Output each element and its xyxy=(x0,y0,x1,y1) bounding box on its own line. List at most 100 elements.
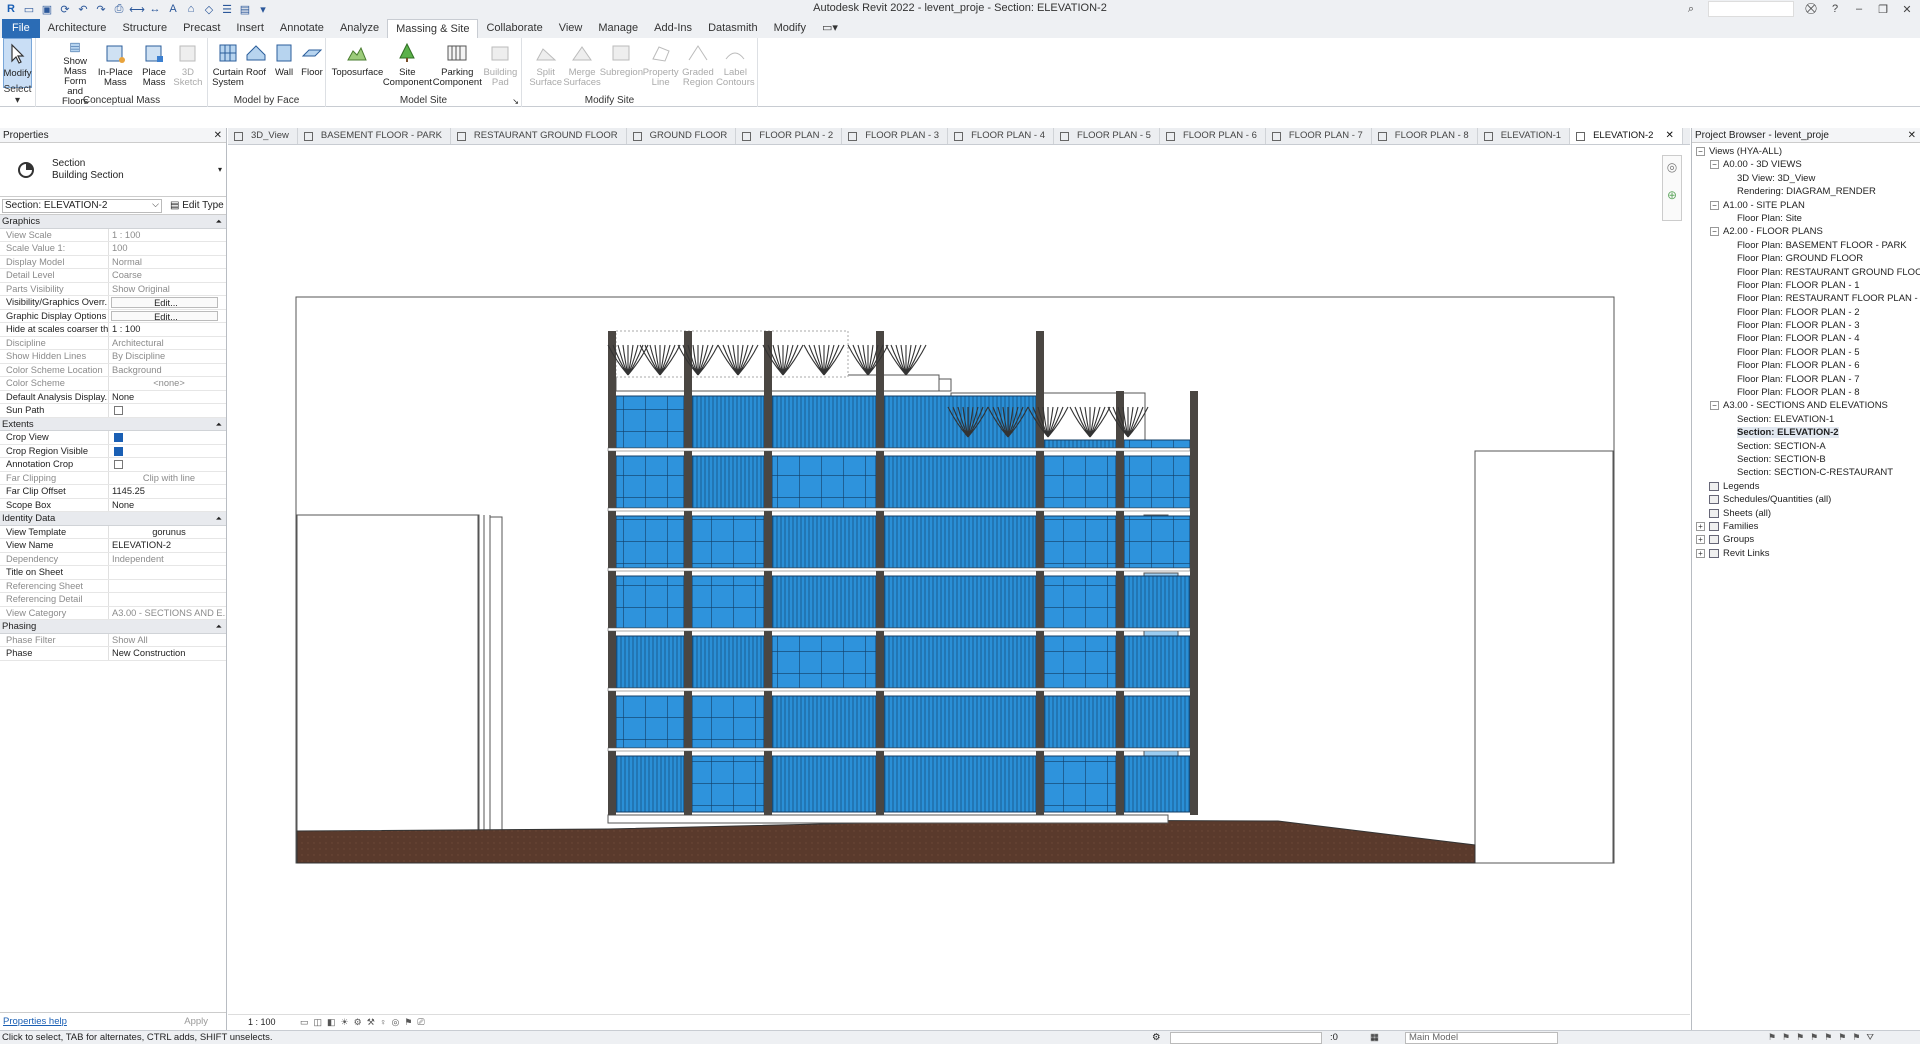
property-value[interactable]: New Construction xyxy=(109,647,226,660)
ribbon-tab-precast[interactable]: Precast xyxy=(175,19,228,38)
view-tab[interactable]: ELEVATION-1 xyxy=(1478,128,1571,144)
property-value[interactable] xyxy=(109,566,226,579)
collapse-icon[interactable]: − xyxy=(1710,401,1719,411)
collapse-icon[interactable]: − xyxy=(1710,200,1719,210)
edit-button[interactable]: Edit... xyxy=(111,297,218,308)
ribbon-tab-structure[interactable]: Structure xyxy=(114,19,175,38)
browser-node[interactable]: Floor Plan: FLOOR PLAN - 7 xyxy=(1692,373,1920,386)
view-tab[interactable]: FLOOR PLAN - 8 xyxy=(1372,128,1478,144)
browser-node[interactable]: Section: SECTION-C-RESTAURANT xyxy=(1692,466,1920,479)
checkbox[interactable] xyxy=(114,446,123,456)
browser-node[interactable]: Section: SECTION-A xyxy=(1692,440,1920,453)
view-tab[interactable]: FLOOR PLAN - 4 xyxy=(948,128,1055,144)
ribbon-tab-add-ins[interactable]: Add-Ins xyxy=(646,19,700,38)
browser-node[interactable]: Floor Plan: RESTAURANT FLOOR PLAN - 1 xyxy=(1692,292,1920,305)
checkbox[interactable] xyxy=(114,406,123,415)
ribbon-tab-massing-site[interactable]: Massing & Site xyxy=(387,19,479,38)
print-icon[interactable]: ⎙ xyxy=(112,2,126,16)
browser-node[interactable]: Floor Plan: FLOOR PLAN - 3 xyxy=(1692,319,1920,332)
property-value[interactable] xyxy=(109,404,226,417)
browser-node[interactable]: Floor Plan: FLOOR PLAN - 1 xyxy=(1692,279,1920,292)
property-value[interactable] xyxy=(109,431,226,444)
browser-node[interactable]: − A0.00 - 3D VIEWS xyxy=(1692,158,1920,171)
property-value[interactable]: None xyxy=(109,391,226,404)
property-value[interactable] xyxy=(109,458,226,471)
section-icon[interactable]: ◇ xyxy=(202,2,216,16)
browser-node[interactable]: Floor Plan: FLOOR PLAN - 8 xyxy=(1692,386,1920,399)
ribbon-tab-modify[interactable]: Modify xyxy=(766,19,814,38)
view-tab[interactable]: GROUND FLOOR xyxy=(627,128,737,144)
browser-node[interactable]: Floor Plan: FLOOR PLAN - 4 xyxy=(1692,332,1920,345)
type-selector[interactable]: Section Building Section ▾ xyxy=(0,143,226,197)
undo-icon[interactable]: ↶ xyxy=(76,2,90,16)
property-group-extents[interactable]: Extents ⏶ xyxy=(0,417,226,431)
redo-icon[interactable]: ↷ xyxy=(94,2,108,16)
browser-node[interactable]: Floor Plan: Site xyxy=(1692,212,1920,225)
open-icon[interactable]: ▭ xyxy=(22,2,36,16)
property-value[interactable]: 1145.25 xyxy=(109,485,226,498)
switch-windows-icon[interactable]: ▤ xyxy=(238,2,252,16)
property-group-graphics[interactable]: Graphics ⏶ xyxy=(0,215,226,229)
browser-node[interactable]: Section: ELEVATION-1 xyxy=(1692,413,1920,426)
thin-lines-icon[interactable]: ☰ xyxy=(220,2,234,16)
zoom-icon[interactable]: ⊕ xyxy=(1663,188,1681,202)
close-icon[interactable]: ✕ xyxy=(1900,3,1914,16)
text-icon[interactable]: A xyxy=(166,2,180,16)
expand-icon[interactable]: + xyxy=(1696,521,1705,531)
browser-node[interactable]: Schedules/Quantities (all) xyxy=(1692,493,1920,506)
ribbon-tab-datasmith[interactable]: Datasmith xyxy=(700,19,766,38)
cart-icon[interactable]: ⛒ xyxy=(1804,3,1818,16)
model-site-dialog-launcher-icon[interactable]: ↘ xyxy=(512,97,519,106)
ribbon-tab-view[interactable]: View xyxy=(551,19,591,38)
close-icon[interactable]: ✕ xyxy=(214,128,222,143)
browser-node[interactable]: Sheets (all) xyxy=(1692,507,1920,520)
browser-node[interactable]: + Groups xyxy=(1692,533,1920,546)
infocenter-icon[interactable]: ⌕ xyxy=(1684,3,1698,16)
infocenter-search[interactable] xyxy=(1708,1,1794,17)
selection-filter-icons[interactable]: ⚑⚑⚑⚑⚑⚑⚑⛛ xyxy=(1768,1031,1880,1044)
browser-node[interactable]: Floor Plan: RESTAURANT GROUND FLOOR xyxy=(1692,266,1920,279)
minimize-icon[interactable]: – xyxy=(1852,3,1866,15)
collapse-icon[interactable]: ⏶ xyxy=(216,620,222,633)
browser-node[interactable]: Section: ELEVATION-2 xyxy=(1692,426,1920,439)
view-tab[interactable]: FLOOR PLAN - 6 xyxy=(1160,128,1266,144)
expand-icon[interactable]: + xyxy=(1696,535,1705,545)
browser-node[interactable]: Section: SECTION-B xyxy=(1692,453,1920,466)
ribbon-tab-file[interactable]: File xyxy=(2,19,40,38)
edit-button[interactable]: Edit... xyxy=(111,310,218,321)
close-icon[interactable]: ✕ xyxy=(1908,128,1916,143)
view-control-icons[interactable]: ▭◫◧☀⚙⚒♀◎⚑⎚ xyxy=(300,1017,430,1027)
property-group-phasing[interactable]: Phasing ⏶ xyxy=(0,620,226,634)
collapse-icon[interactable]: − xyxy=(1710,227,1719,237)
design-options-icon[interactable]: ▦ xyxy=(1370,1031,1379,1044)
navigation-bar[interactable]: ◎ ⊕ xyxy=(1662,155,1682,221)
view-tab[interactable]: FLOOR PLAN - 7 xyxy=(1266,128,1372,144)
view-tab[interactable]: RESTAURANT GROUND FLOOR xyxy=(451,128,627,144)
browser-node[interactable]: − Views (HYA-ALL) xyxy=(1692,145,1920,158)
browser-node[interactable]: Floor Plan: FLOOR PLAN - 6 xyxy=(1692,359,1920,372)
browser-node[interactable]: Floor Plan: FLOOR PLAN - 2 xyxy=(1692,306,1920,319)
checkbox[interactable] xyxy=(114,433,123,442)
view-tab[interactable]: 3D_View xyxy=(228,128,298,144)
measure-icon[interactable]: ⟷ xyxy=(129,2,145,16)
property-value[interactable]: None xyxy=(109,499,226,512)
collapse-icon[interactable]: ⏶ xyxy=(216,215,222,228)
browser-node[interactable]: 3D View: 3D_View xyxy=(1692,172,1920,185)
instance-dropdown[interactable]: Section: ELEVATION-2 xyxy=(2,198,162,213)
apply-button[interactable]: Apply xyxy=(184,1013,208,1030)
view-tab[interactable]: ELEVATION-2 ✕ xyxy=(1570,128,1683,144)
view-tab[interactable]: FLOOR PLAN - 2 xyxy=(736,128,843,144)
browser-node[interactable]: − A3.00 - SECTIONS AND ELEVATIONS xyxy=(1692,399,1920,412)
help-icon[interactable]: ? xyxy=(1828,3,1842,15)
edit-type-button[interactable]: ▤ Edit Type xyxy=(170,200,224,211)
browser-node[interactable]: Floor Plan: FLOOR PLAN - 5 xyxy=(1692,346,1920,359)
property-value[interactable] xyxy=(109,445,226,458)
property-value[interactable]: ELEVATION-2 xyxy=(109,539,226,552)
ribbon-tab-analyze[interactable]: Analyze xyxy=(332,19,387,38)
property-value[interactable]: gorunus xyxy=(109,526,226,539)
collapse-icon[interactable]: − xyxy=(1710,160,1719,170)
select-panel-label[interactable]: Select ▾ xyxy=(0,84,35,106)
ribbon-tab-collaborate[interactable]: Collaborate xyxy=(478,19,550,38)
worksets-icon[interactable]: ⚙ xyxy=(1152,1031,1161,1044)
drawing-canvas[interactable]: ◎ ⊕ xyxy=(228,145,1690,1014)
